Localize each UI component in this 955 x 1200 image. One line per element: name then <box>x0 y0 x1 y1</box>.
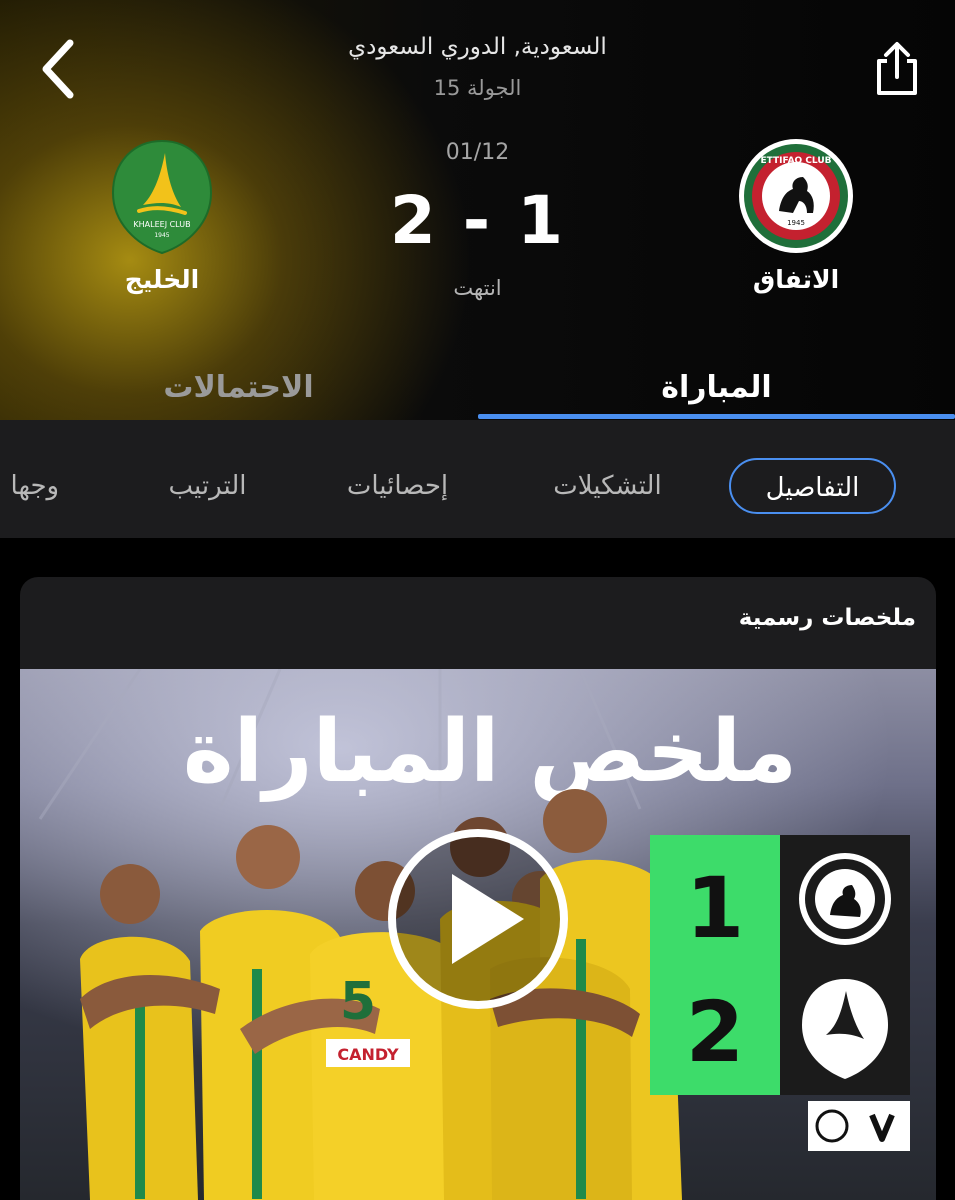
svg-text:1945: 1945 <box>787 219 805 227</box>
competition-name[interactable]: السعودية, الدوري السعودي <box>250 34 705 60</box>
highlights-card: ملخصات رسمية ملخص المباراة CANDY 5 1 2 <box>20 577 936 1200</box>
svg-text:ETTIFAQ CLUB: ETTIFAQ CLUB <box>760 156 831 166</box>
subtab-lineups[interactable]: التشكيلات <box>535 458 680 514</box>
round-label: الجولة 15 <box>433 76 522 100</box>
home-team-name[interactable]: الاتفاق <box>686 265 906 294</box>
highlight-video-thumbnail[interactable]: ملخص المباراة CANDY 5 1 2 <box>20 669 936 1200</box>
subtab-details[interactable]: التفاصيل <box>729 458 896 514</box>
subtab-standings[interactable]: الترتيب <box>150 458 265 514</box>
away-team-name[interactable]: الخليج <box>52 265 272 294</box>
share-icon <box>877 42 917 95</box>
match-status: انتهت <box>453 276 502 300</box>
thumbnail-away-score: 2 <box>686 983 744 1081</box>
sub-tab-bar[interactable]: التفاصيل التشكيلات إحصائيات الترتيب وجها… <box>0 420 955 538</box>
share-button[interactable] <box>862 34 932 104</box>
thumbnail-headline: ملخص المباراة <box>183 702 797 802</box>
away-team-logo[interactable]: KHALEEJ CLUB 1945 <box>103 137 221 255</box>
highlights-title: ملخصات رسمية <box>738 605 916 631</box>
match-date: 01/12 <box>445 140 510 165</box>
svg-text:1945: 1945 <box>154 232 169 239</box>
home-team-logo[interactable]: ETTIFAQ CLUB 1945 <box>737 137 855 255</box>
jersey-number: 5 <box>340 972 376 1032</box>
thumbnail-home-score: 1 <box>686 859 744 957</box>
tab-odds[interactable]: الاحتمالات <box>0 370 477 405</box>
subtab-stats[interactable]: إحصائيات <box>325 458 470 514</box>
tab-match[interactable]: المباراة <box>478 370 955 405</box>
match-header: السعودية, الدوري السعودي الجولة 15 01/12… <box>0 0 955 420</box>
back-button[interactable] <box>28 34 88 104</box>
sponsor-text: CANDY <box>337 1045 399 1064</box>
subtab-head-to-head[interactable]: وجها لو <box>0 458 80 514</box>
chevron-left-icon <box>42 39 74 99</box>
match-score: 2 - 1 <box>389 182 566 259</box>
play-button[interactable] <box>388 829 568 1009</box>
svg-text:KHALEEJ CLUB: KHALEEJ CLUB <box>133 220 190 229</box>
tab-active-indicator <box>478 414 955 419</box>
